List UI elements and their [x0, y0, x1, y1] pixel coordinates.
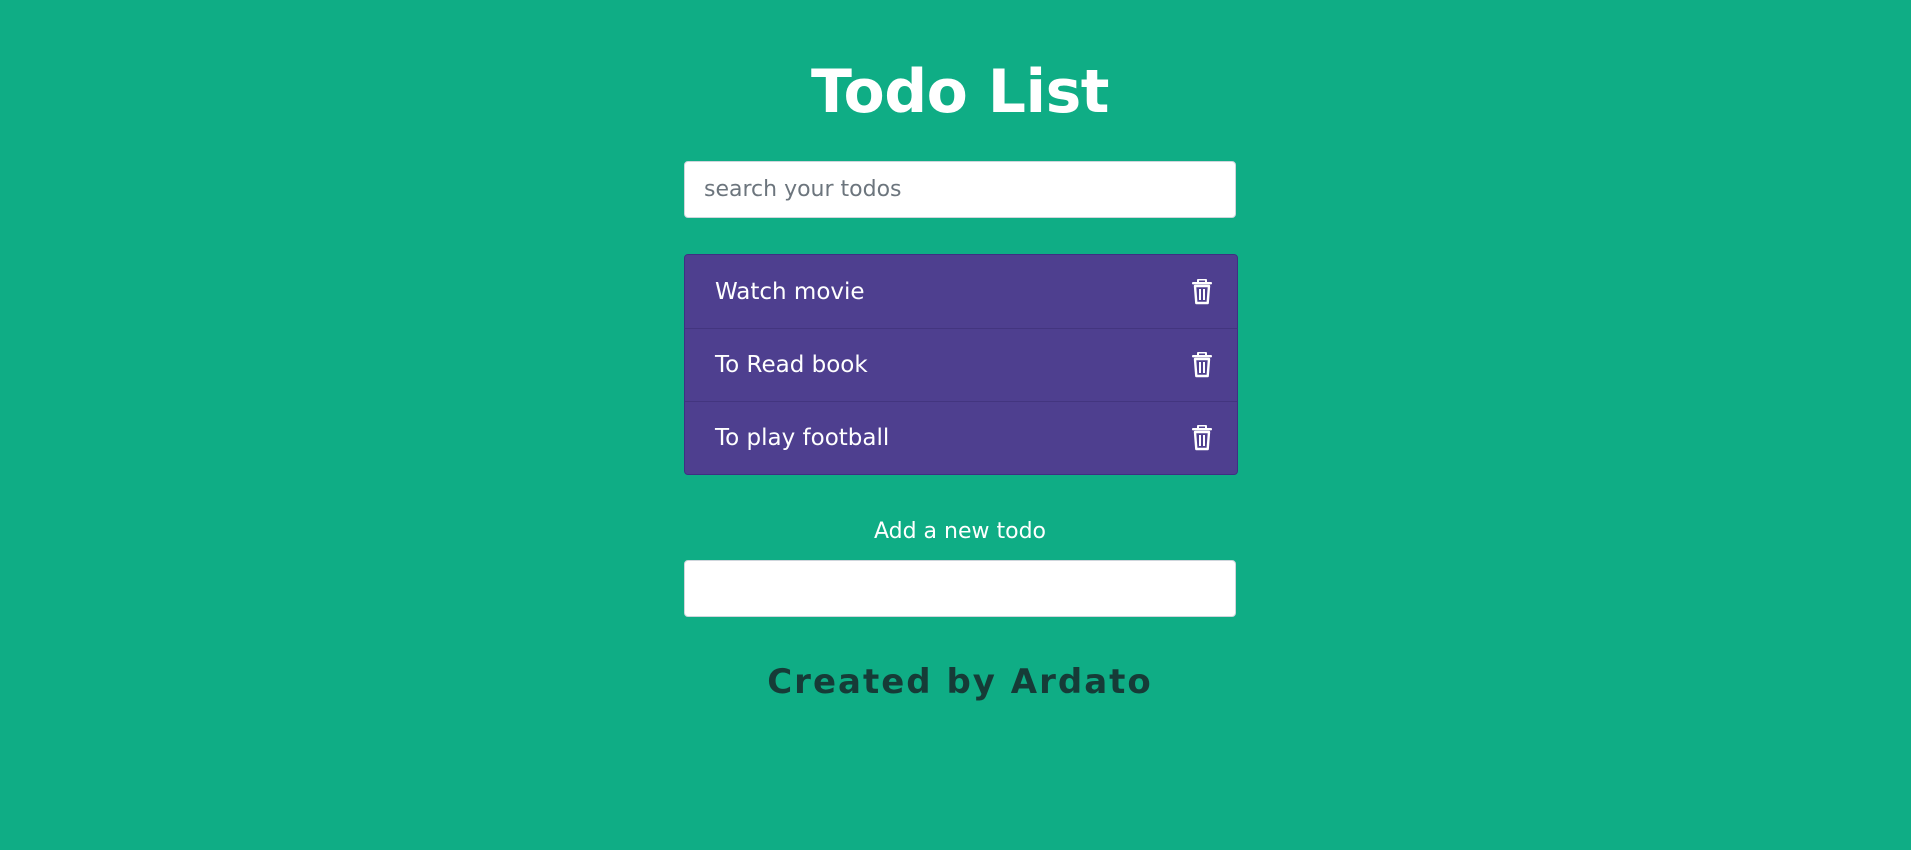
trash-icon: [1192, 352, 1212, 378]
todo-text: To play football: [715, 425, 890, 451]
delete-todo-button[interactable]: [1189, 277, 1215, 307]
trash-icon: [1192, 425, 1212, 451]
todo-list: Watch movie To Read book To play footbal…: [684, 254, 1238, 475]
delete-todo-button[interactable]: [1189, 350, 1215, 380]
search-input[interactable]: [684, 161, 1236, 218]
new-todo-input[interactable]: [684, 560, 1236, 617]
todo-item-watch-movie: Watch movie: [685, 255, 1237, 328]
todo-text: Watch movie: [715, 278, 865, 305]
add-todo-label: Add a new todo: [873, 519, 1047, 544]
trash-icon: [1192, 278, 1212, 304]
todo-item-read-book: To Read book: [685, 328, 1237, 401]
footer-credit: Created by Ardato: [767, 662, 1153, 702]
delete-todo-button[interactable]: [1189, 423, 1215, 453]
page-title: Todo List: [811, 57, 1109, 127]
todo-text: To Read book: [715, 352, 868, 378]
todo-item-play-football: To play football: [685, 401, 1237, 474]
